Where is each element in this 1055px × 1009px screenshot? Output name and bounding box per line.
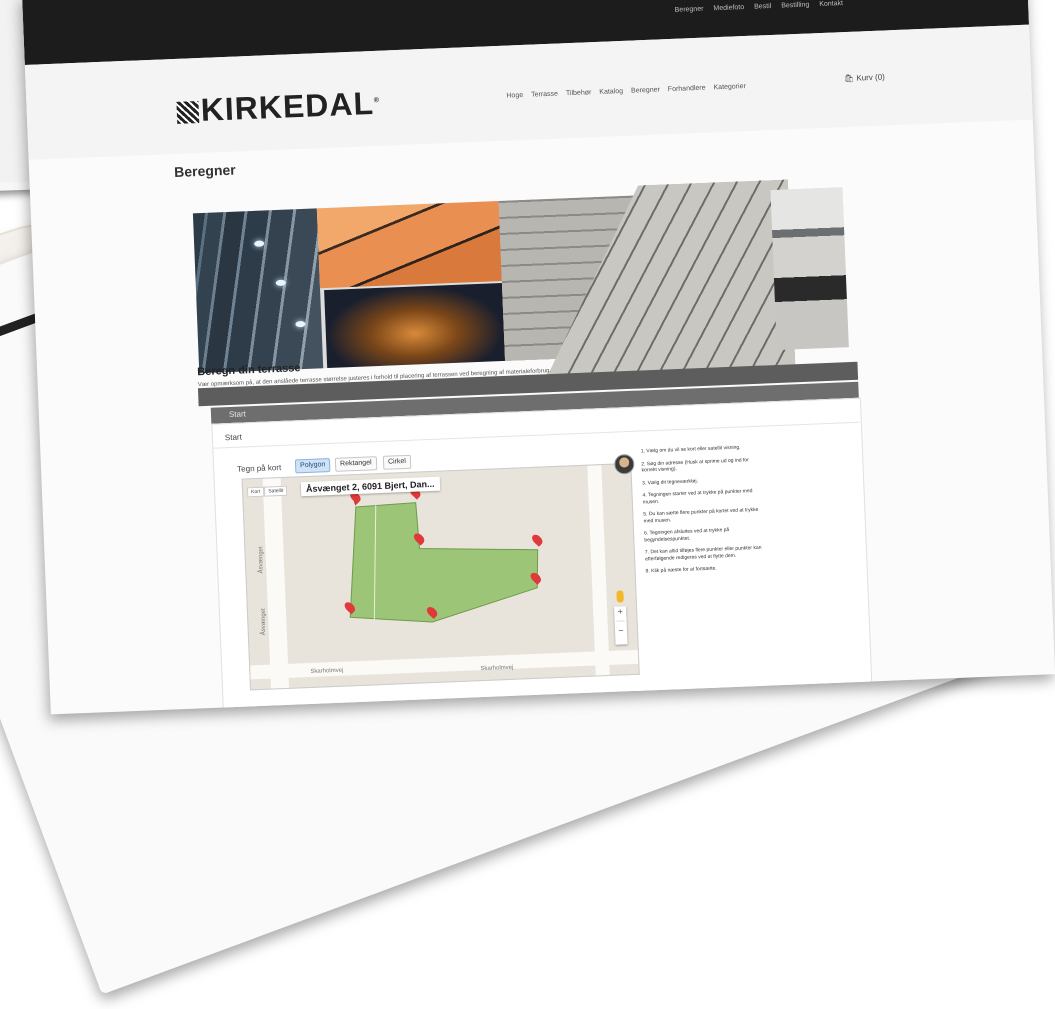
map-type-option[interactable]: Satellit <box>264 485 288 497</box>
zoom-out-button[interactable]: − <box>615 625 627 635</box>
polygon-tool-button[interactable]: Polygon <box>294 458 331 474</box>
instruction-item: 4. Tegningen starter ved at trykke på pu… <box>642 488 753 505</box>
top-link[interactable]: Bestilling <box>781 1 809 9</box>
nav-item[interactable]: Katalog <box>599 88 623 96</box>
nav-item[interactable]: Hoge <box>506 92 523 100</box>
hero-image-grey-boards <box>498 190 775 361</box>
logo-mark-icon <box>176 101 200 124</box>
street-label: Åsvænget <box>260 608 267 636</box>
nav-item[interactable]: Terrasse <box>531 91 558 99</box>
step-header-label: Start <box>228 409 247 420</box>
instruction-item: 3. Vælg dit tegneværktøj. <box>641 477 699 487</box>
shopping-bag-icon: 🛍 <box>843 73 855 84</box>
map-type-option[interactable]: Kort <box>246 486 265 498</box>
hero-image-orange-boards <box>316 201 502 289</box>
hero-image-patio-furniture <box>770 187 849 350</box>
instruction-item: 5. Du kan sætte flere punkter på kortet … <box>643 506 759 524</box>
map-markers <box>353 497 358 506</box>
top-link[interactable]: Bestil <box>754 3 771 11</box>
cart-label: Kurv (0) <box>856 72 886 83</box>
top-link[interactable]: Mediefoto <box>713 4 744 12</box>
nav-item[interactable]: Beregner <box>631 86 660 94</box>
draw-on-map-label: Tegn på kort <box>237 462 282 474</box>
nav-item[interactable]: Tilbehør <box>566 89 592 97</box>
cart-button[interactable]: 🛍 Kurv (0) <box>844 72 885 83</box>
instructions-list: 1. Vælg om du vil se kort eller satellit… <box>641 444 764 581</box>
street-label: Åsvænget <box>258 546 265 574</box>
rectangle-tool-button[interactable]: Rektangel <box>334 456 377 472</box>
top-link[interactable]: Kontakt <box>819 0 843 8</box>
circle-tool-button[interactable]: Cirkel <box>382 454 412 470</box>
instruction-item: 6. Tegningen afsluttes ved at trykke på … <box>643 527 730 543</box>
map-canvas[interactable]: Kort Satellit Åsvænget 2, 6091 Bjert, Da… <box>241 462 640 691</box>
hero-image-deck-lights <box>192 208 324 374</box>
nav-item[interactable]: Kategorier <box>713 83 746 91</box>
monitor-screen: Beregner Mediefoto Bestil Bestilling Kon… <box>22 0 1055 715</box>
instruction-item: 8. Klik på næste for at fortsætte. <box>645 565 717 575</box>
hero-gallery <box>192 187 849 374</box>
logo-text: KIRKEDAL <box>200 84 375 128</box>
top-links: Beregner Mediefoto Bestil Bestilling Kon… <box>675 0 844 14</box>
step-row: Start <box>224 432 243 443</box>
webpage: Beregner Mediefoto Bestil Bestilling Kon… <box>22 0 1055 715</box>
zoom-in-button[interactable]: + <box>614 606 626 616</box>
street-view-icon[interactable] <box>616 590 624 603</box>
instruction-item: 7. Det kan altid tilføjes flere punkter … <box>644 544 762 562</box>
top-link[interactable]: Beregner <box>675 6 704 14</box>
zoom-control: + − <box>614 606 628 645</box>
page-title: Beregner <box>173 161 236 181</box>
instruction-item: 2. Søg din adresse (Husk at sprime ud og… <box>641 456 749 474</box>
map-type-toggle: Kort Satellit <box>246 485 288 498</box>
hero-image-night-terrace <box>324 282 506 369</box>
